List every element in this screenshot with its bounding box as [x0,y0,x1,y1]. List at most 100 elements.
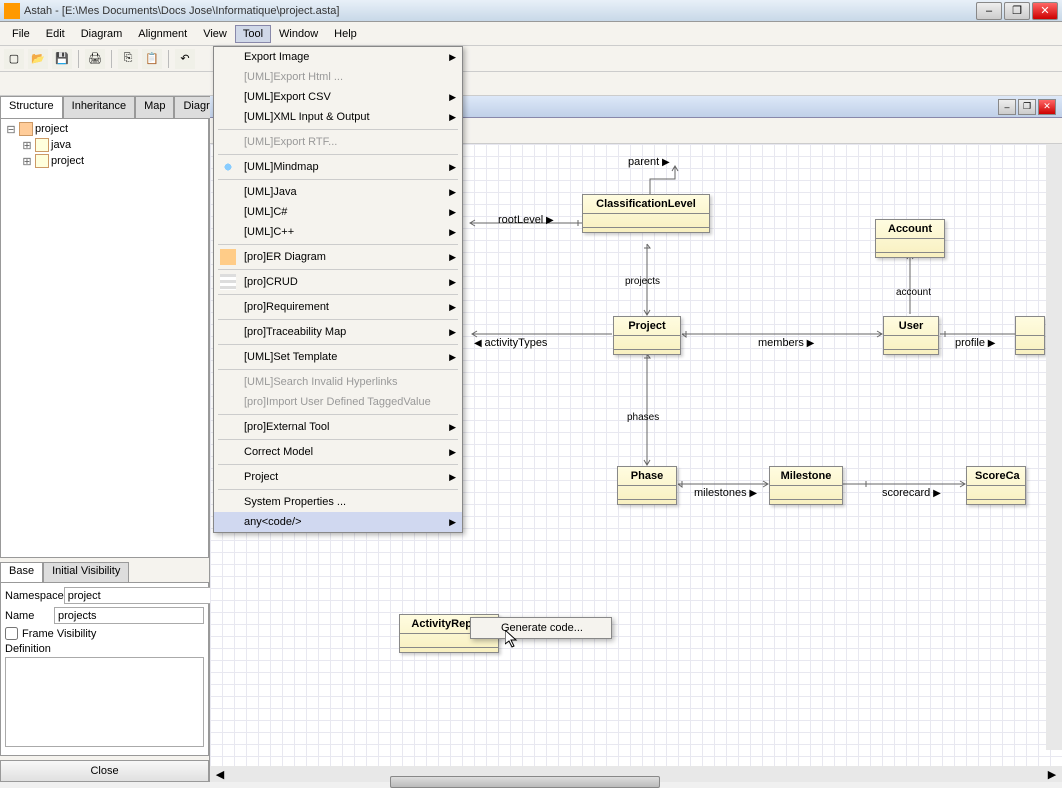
secondary-toolbar [0,72,1062,96]
menu-entry[interactable]: [UML]C#▶ [214,202,462,222]
submenu-arrow-icon: ▶ [449,112,456,123]
menu-entry[interactable]: [pro]CRUD▶ [214,272,462,292]
menu-entry[interactable]: [UML]Export CSV▶ [214,87,462,107]
tree-child[interactable]: java [51,139,71,151]
definition-field[interactable] [5,657,204,747]
tab-structure[interactable]: Structure [0,96,63,118]
tree-view[interactable]: ⊟ project ⊞ java ⊞ project [0,118,209,558]
menu-entry: [UML]Export RTF... [214,132,462,152]
menu-entry[interactable]: [pro]External Tool▶ [214,417,462,437]
tab-initial-visibility[interactable]: Initial Visibility [43,562,129,582]
new-icon[interactable]: ▢ [4,49,24,69]
name-field[interactable] [54,607,204,624]
tree-root[interactable]: project [35,123,68,135]
tree-collapse-icon[interactable]: ⊟ [5,123,17,136]
left-panel: Structure Inheritance Map Diagram ⊟ proj… [0,96,210,782]
diagram-close-button[interactable]: ✕ [1038,99,1056,115]
assoc-phases: phases [627,412,659,423]
submenu-arrow-icon: ▶ [449,92,456,103]
menu-tool[interactable]: Tool [235,25,271,43]
copy-icon[interactable]: ⎘ [118,49,138,69]
tree-expand-icon[interactable]: ⊞ [21,139,33,152]
namespace-field[interactable] [64,587,214,604]
mindmap-icon [220,159,236,175]
submenu-arrow-icon: ▶ [449,352,456,363]
frame-visibility-checkbox[interactable] [5,627,18,640]
menu-entry[interactable]: Export Image▶ [214,47,462,67]
class-scorecard[interactable]: ScoreCa [966,466,1026,505]
menu-view[interactable]: View [195,25,235,43]
maximize-button[interactable]: ❐ [1004,2,1030,20]
menu-entry[interactable]: [pro]ER Diagram▶ [214,247,462,267]
name-label: Name [5,610,54,622]
paste-icon[interactable]: 📋 [142,49,162,69]
assoc-profile: profile ▶ [955,337,995,349]
properties-panel: Namespace Name Frame Visibility Definiti… [0,582,209,756]
app-icon [4,3,20,19]
menu-window[interactable]: Window [271,25,326,43]
main-toolbar: ▢ 📂 💾 🖨 ⎘ 📋 ↶ [0,46,1062,72]
menu-entry[interactable]: [UML]Set Template▶ [214,347,462,367]
class-user[interactable]: User [883,316,939,355]
tab-base[interactable]: Base [0,562,43,582]
class-partial[interactable] [1015,316,1045,355]
class-milestone[interactable]: Milestone [769,466,843,505]
close-button[interactable]: ✕ [1032,2,1058,20]
menu-entry[interactable]: Correct Model▶ [214,442,462,462]
tab-inheritance[interactable]: Inheritance [63,96,135,118]
minimize-button[interactable]: – [976,2,1002,20]
title-text: Astah - [E:\Mes Documents\Docs Jose\Info… [24,5,976,17]
menu-entry[interactable]: [UML]Mindmap▶ [214,157,462,177]
menu-entry[interactable]: [UML]Java▶ [214,182,462,202]
class-account[interactable]: Account [875,219,945,258]
package-icon [35,138,49,152]
menu-diagram[interactable]: Diagram [73,25,131,43]
submenu-arrow-icon: ▶ [449,207,456,218]
menu-entry[interactable]: [UML]XML Input & Output▶ [214,107,462,127]
anycode-submenu: Generate code... [470,617,612,639]
menu-generate-code[interactable]: Generate code... [471,618,611,638]
menu-entry[interactable]: [pro]Traceability Map▶ [214,322,462,342]
menu-entry[interactable]: any<code/>▶ [214,512,462,532]
tab-map[interactable]: Map [135,96,174,118]
class-classificationlevel[interactable]: ClassificationLevel [582,194,710,233]
diagram-maximize-button[interactable]: ❐ [1018,99,1036,115]
diagram-minimize-button[interactable]: – [998,99,1016,115]
open-icon[interactable]: 📂 [28,49,48,69]
titlebar: Astah - [E:\Mes Documents\Docs Jose\Info… [0,0,1062,22]
class-phase[interactable]: Phase [617,466,677,505]
menu-entry[interactable]: [UML]C++▶ [214,222,462,242]
menu-help[interactable]: Help [326,25,365,43]
menu-entry: [UML]Export Html ... [214,67,462,87]
vertical-scrollbar[interactable] [1046,144,1062,750]
panel-close-button[interactable]: Close [0,760,209,782]
submenu-arrow-icon: ▶ [449,447,456,458]
namespace-label: Namespace [5,590,64,602]
crud-icon [220,274,236,290]
package-icon [35,154,49,168]
menu-alignment[interactable]: Alignment [130,25,195,43]
menu-entry: [pro]Import User Defined TaggedValue [214,392,462,412]
menu-file[interactable]: File [4,25,38,43]
tree-child[interactable]: project [51,155,84,167]
submenu-arrow-icon: ▶ [449,422,456,433]
menu-edit[interactable]: Edit [38,25,73,43]
undo-icon[interactable]: ↶ [175,49,195,69]
definition-label: Definition [5,643,204,655]
menu-entry[interactable]: System Properties ... [214,492,462,512]
horizontal-scrollbar[interactable]: ◀ ▶ [210,766,1062,782]
menu-entry[interactable]: [pro]Requirement▶ [214,297,462,317]
print-icon[interactable]: 🖨 [85,49,105,69]
submenu-arrow-icon: ▶ [449,252,456,263]
assoc-members: members ▶ [758,337,814,349]
submenu-arrow-icon: ▶ [449,277,456,288]
submenu-arrow-icon: ▶ [449,302,456,313]
assoc-activitytypes: ◀ activityTypes [474,337,547,349]
class-project[interactable]: Project [613,316,681,355]
submenu-arrow-icon: ▶ [449,327,456,338]
assoc-rootlevel: rootLevel ▶ [498,214,554,226]
save-icon[interactable]: 💾 [52,49,72,69]
tree-expand-icon[interactable]: ⊞ [21,155,33,168]
menu-entry[interactable]: Project▶ [214,467,462,487]
submenu-arrow-icon: ▶ [449,162,456,173]
